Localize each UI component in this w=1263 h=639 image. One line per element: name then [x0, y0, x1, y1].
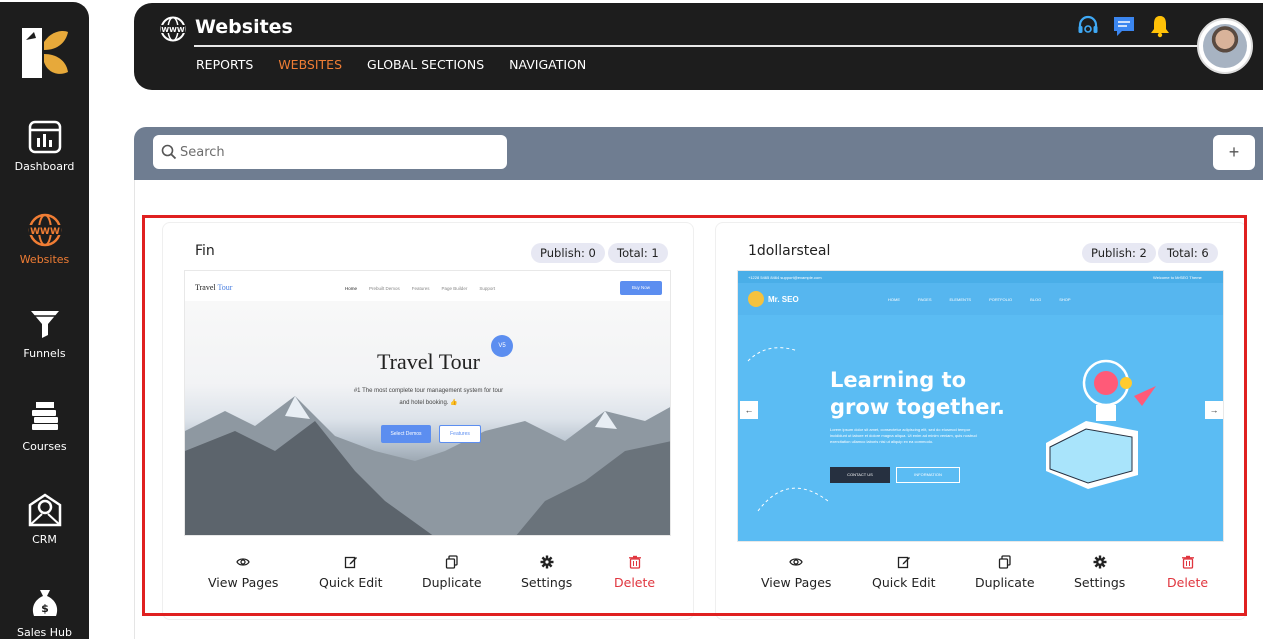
money-bag-icon: $	[32, 590, 57, 616]
search-input[interactable]	[180, 141, 495, 163]
tab-websites[interactable]: WEBSITES	[278, 57, 342, 72]
avatar-photo	[1203, 24, 1247, 68]
top-tabs: REPORTS WEBSITES GLOBAL SECTIONS NAVIGAT…	[196, 57, 611, 72]
svg-text:WWW: WWW	[30, 227, 60, 237]
www-globe-icon: WWW	[160, 16, 186, 42]
search-box	[153, 135, 507, 169]
sidebar-item-label: Funnels	[23, 347, 66, 360]
page-title: Websites	[195, 16, 293, 38]
chat-icon[interactable]	[1112, 14, 1136, 38]
tab-navigation[interactable]: NAVIGATION	[509, 57, 586, 72]
sidebar-item-funnels[interactable]: Funnels	[0, 307, 89, 360]
svg-text:WWW: WWW	[161, 26, 184, 34]
svg-text:$: $	[41, 602, 49, 615]
sidebar-item-dashboard[interactable]: Dashboard	[0, 120, 89, 173]
bell-icon[interactable]	[1148, 14, 1172, 38]
header-divider	[194, 45, 1204, 47]
search-icon	[161, 144, 177, 160]
sidebar-item-label: Sales Hub	[17, 626, 72, 639]
tab-reports[interactable]: REPORTS	[196, 57, 253, 72]
sidebar-item-websites[interactable]: WWW Websites	[0, 213, 89, 266]
headset-support-icon[interactable]	[1076, 14, 1100, 38]
app-root: Dashboard WWW Websites Funnels Courses C…	[0, 0, 1263, 639]
sidebar-item-crm[interactable]: CRM	[0, 493, 89, 546]
funnel-icon	[30, 311, 59, 338]
user-avatar[interactable]	[1197, 18, 1253, 74]
sidebar: Dashboard WWW Websites Funnels Courses C…	[0, 2, 89, 639]
books-icon	[31, 402, 58, 430]
www-globe-icon: WWW	[28, 213, 61, 247]
sidebar-item-label: CRM	[32, 533, 57, 546]
sidebar-item-label: Dashboard	[14, 160, 75, 173]
dashboard-icon	[28, 120, 61, 154]
highlight-frame	[142, 215, 1247, 616]
sidebar-item-sales-hub[interactable]: $ Sales Hub	[0, 586, 89, 639]
brand-logo-icon[interactable]	[22, 28, 68, 78]
header-icons	[1076, 14, 1172, 38]
sidebar-item-label: Courses	[22, 440, 67, 453]
envelope-gear-icon	[28, 493, 61, 527]
add-website-button[interactable]: +	[1213, 135, 1255, 170]
tab-global-sections[interactable]: GLOBAL SECTIONS	[367, 57, 484, 72]
search-toolbar: +	[134, 127, 1263, 180]
sidebar-item-courses[interactable]: Courses	[0, 400, 89, 453]
top-header: WWW Websites REPORTS WEBSITES GLOBAL SEC…	[134, 3, 1263, 90]
sidebar-item-label: Websites	[19, 253, 70, 266]
